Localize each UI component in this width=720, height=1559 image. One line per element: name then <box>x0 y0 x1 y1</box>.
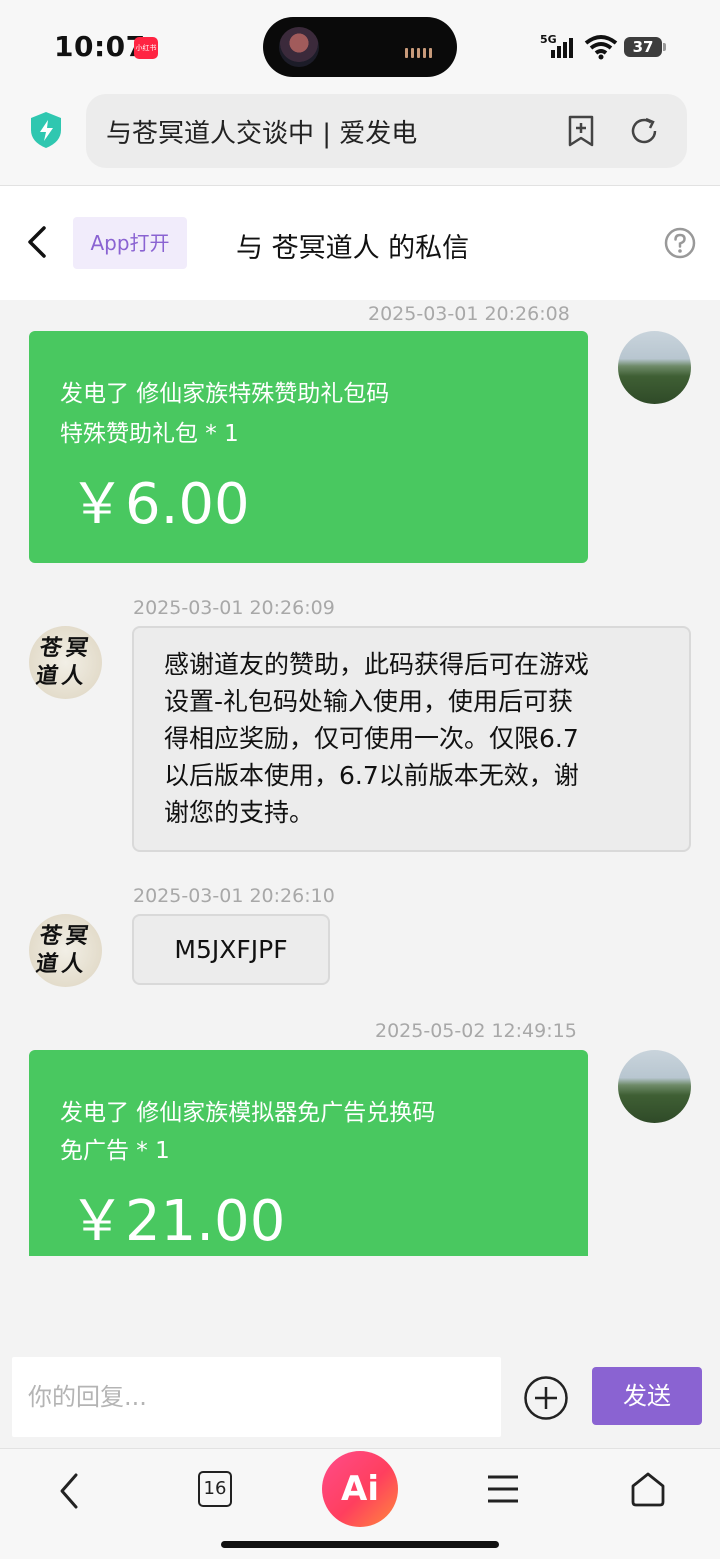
message-timestamp: 2025-03-01 20:26:09 <box>133 597 335 619</box>
message-timestamp: 2025-03-01 20:26:10 <box>133 885 335 907</box>
home-icon[interactable] <box>628 1469 668 1509</box>
sponsor-order-card[interactable]: 发电了 修仙家族模拟器免广告兑换码 免广告 * 1 ￥21.00 <box>29 1050 588 1256</box>
wifi-icon <box>584 35 618 60</box>
open-in-app-button[interactable]: App打开 <box>73 217 187 269</box>
message-line: 设置-礼包码处输入使用，使用后可获 <box>164 687 574 716</box>
avatar-calligraphy: 苍冥道人 <box>34 923 94 977</box>
help-icon[interactable] <box>664 227 696 259</box>
nav-back-icon[interactable] <box>56 1471 84 1511</box>
add-attachment-icon[interactable] <box>523 1375 569 1421</box>
page-header: App打开 与 苍冥道人 的私信 <box>0 186 720 300</box>
reload-icon[interactable] <box>628 115 660 147</box>
network-type-label: 5G <box>540 33 557 46</box>
address-field[interactable]: 与苍冥道人交谈中 | 爱发电 <box>86 94 687 168</box>
order-item: 特殊赞助礼包 * 1 <box>60 421 239 447</box>
avatar-calligraphy: 苍冥道人 <box>34 635 94 689</box>
ai-assistant-button[interactable]: Ai <box>322 1451 398 1527</box>
order-item: 免广告 * 1 <box>60 1138 170 1164</box>
menu-icon[interactable] <box>486 1473 520 1505</box>
page-title: 与 苍冥道人 的私信 <box>236 233 470 264</box>
tab-switcher-button[interactable]: 16 <box>198 1471 232 1507</box>
message-timestamp: 2025-05-02 12:49:15 <box>375 1020 577 1042</box>
redeem-code-text[interactable]: M5JXFJPF <box>174 935 287 964</box>
reply-composer: 发送 <box>0 1346 720 1448</box>
address-title: 与苍冥道人交谈中 | 爱发电 <box>106 119 418 149</box>
send-button[interactable]: 发送 <box>592 1367 702 1425</box>
battery-tip <box>663 43 666 51</box>
browser-address-bar: 与苍冥道人交谈中 | 爱发电 <box>0 90 720 186</box>
message-timestamp: 2025-03-01 20:26:08 <box>368 303 570 325</box>
message-line: 得相应奖励，仅可使用一次。仅限6.7 <box>164 724 579 753</box>
message-line: 谢您的支持。 <box>164 798 315 827</box>
audio-bars-icon <box>405 43 435 58</box>
message-bubble[interactable]: 感谢道友的赞助，此码获得后可在游戏 设置-礼包码处输入使用，使用后可获 得相应奖… <box>132 626 691 852</box>
contact-avatar[interactable]: 苍冥道人 <box>29 626 102 699</box>
message-line: 以后版本使用，6.7以前版本无效，谢 <box>164 761 579 790</box>
my-avatar[interactable] <box>618 1050 691 1123</box>
home-indicator[interactable] <box>221 1541 499 1548</box>
message-bubble[interactable]: M5JXFJPF <box>132 914 330 985</box>
add-bookmark-icon[interactable] <box>566 114 596 148</box>
dynamic-island[interactable] <box>263 17 457 77</box>
cellular-signal-icon: 5G <box>540 33 573 58</box>
sponsor-order-card[interactable]: 发电了 修仙家族特殊赞助礼包码 特殊赞助礼包 * 1 ￥6.00 <box>29 331 588 563</box>
my-avatar[interactable] <box>618 331 691 404</box>
status-time: 10:07 <box>54 30 146 63</box>
reply-input[interactable] <box>12 1357 501 1437</box>
battery-indicator: 37 <box>624 37 662 57</box>
message-line: 感谢道友的赞助，此码获得后可在游戏 <box>164 650 590 679</box>
rednote-app-icon: 小红书 <box>134 37 158 59</box>
order-description: 发电了 修仙家族模拟器免广告兑换码 <box>60 1100 436 1126</box>
status-bar: 10:07 小红书 5G 37 <box>0 0 720 90</box>
order-description: 发电了 修仙家族特殊赞助礼包码 <box>60 381 390 407</box>
order-price: ￥21.00 <box>69 1189 286 1254</box>
order-price: ￥6.00 <box>69 472 250 537</box>
back-arrow-icon[interactable] <box>22 224 52 260</box>
contact-avatar[interactable]: 苍冥道人 <box>29 914 102 987</box>
browser-bottom-nav: 16 Ai <box>0 1448 720 1559</box>
security-shield-icon[interactable] <box>28 110 64 150</box>
now-playing-avatar <box>279 27 319 67</box>
message-list[interactable]: 2025-03-01 20:26:08 发电了 修仙家族特殊赞助礼包码 特殊赞助… <box>0 300 720 1346</box>
